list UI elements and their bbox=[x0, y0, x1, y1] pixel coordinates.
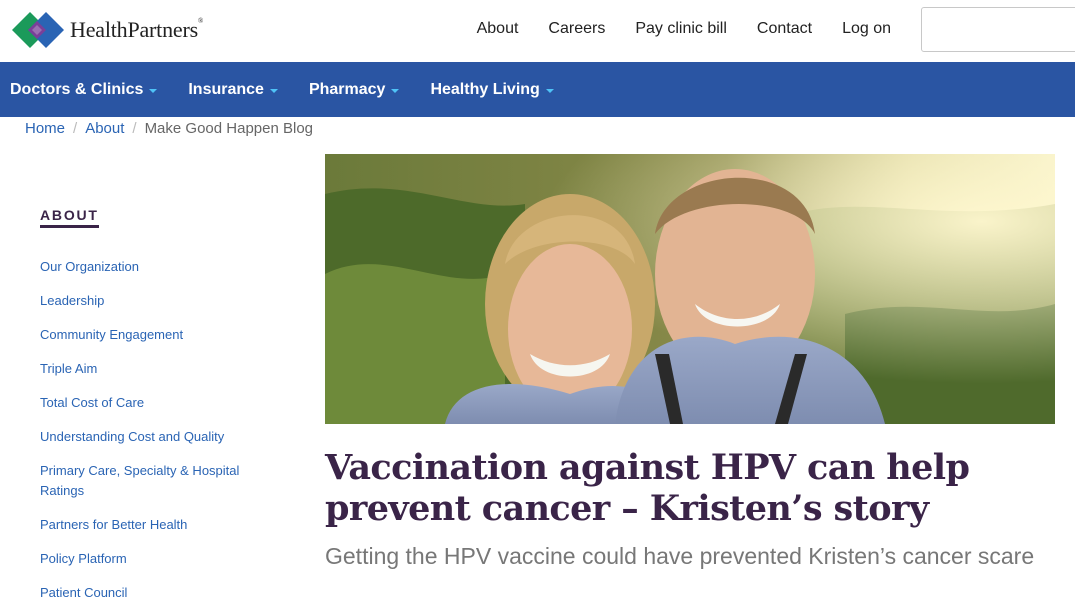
nav-label: Doctors & Clinics bbox=[10, 80, 144, 98]
chevron-down-icon bbox=[269, 88, 278, 93]
sidebar-item-leadership[interactable]: Leadership bbox=[40, 291, 290, 311]
breadcrumb: Home / About / Make Good Happen Blog bbox=[25, 120, 313, 137]
brand-name: HealthPartners® bbox=[70, 17, 204, 42]
nav-label: Healthy Living bbox=[430, 80, 540, 98]
top-bar: HealthPartners® About Careers Pay clinic… bbox=[0, 0, 1075, 62]
article-title: Vaccination against HPV can help prevent… bbox=[325, 447, 970, 529]
sidebar: ABOUT Our Organization Leadership Commun… bbox=[40, 207, 290, 600]
nav-pharmacy[interactable]: Pharmacy bbox=[309, 81, 400, 99]
chevron-down-icon bbox=[545, 88, 554, 93]
nav-label: Pharmacy bbox=[308, 80, 386, 98]
utility-link-log-on[interactable]: Log on bbox=[842, 20, 891, 38]
hero-photo-illustration bbox=[325, 154, 1055, 424]
utility-link-pay-clinic-bill[interactable]: Pay clinic bill bbox=[635, 20, 727, 38]
sidebar-item-community-engagement[interactable]: Community Engagement bbox=[40, 325, 290, 345]
article-subtitle: Getting the HPV vaccine could have preve… bbox=[325, 543, 1035, 569]
breadcrumb-current: Make Good Happen Blog bbox=[144, 120, 314, 137]
utility-link-careers[interactable]: Careers bbox=[548, 20, 605, 38]
sidebar-title: ABOUT bbox=[40, 207, 99, 228]
nav-healthy-living[interactable]: Healthy Living bbox=[430, 80, 554, 99]
search-input[interactable] bbox=[921, 7, 1075, 52]
nav-doctors-clinics[interactable]: Doctors & Clinics bbox=[10, 80, 158, 99]
utility-link-contact[interactable]: Contact bbox=[757, 20, 812, 38]
sidebar-item-ratings[interactable]: Primary Care, Specialty & Hospital Ratin… bbox=[40, 461, 260, 501]
logo-diamond-icon bbox=[12, 12, 64, 48]
healthpartners-logo[interactable]: HealthPartners® bbox=[10, 10, 203, 50]
main-nav: Doctors & Clinics Insurance Pharmacy Hea… bbox=[0, 62, 1075, 117]
chevron-down-icon bbox=[391, 88, 400, 93]
sidebar-item-total-cost-of-care[interactable]: Total Cost of Care bbox=[40, 393, 290, 413]
breadcrumb-separator: / bbox=[73, 120, 78, 137]
sidebar-item-partners-better-health[interactable]: Partners for Better Health bbox=[40, 515, 290, 535]
nav-insurance[interactable]: Insurance bbox=[188, 81, 278, 99]
breadcrumb-separator: / bbox=[132, 120, 137, 137]
utility-nav: About Careers Pay clinic bill Contact Lo… bbox=[477, 20, 891, 38]
sidebar-item-policy-platform[interactable]: Policy Platform bbox=[40, 549, 290, 569]
sidebar-item-our-organization[interactable]: Our Organization bbox=[40, 257, 290, 277]
breadcrumb-about[interactable]: About bbox=[85, 120, 124, 137]
utility-link-about[interactable]: About bbox=[477, 20, 519, 38]
sidebar-item-patient-council[interactable]: Patient Council bbox=[40, 583, 290, 600]
sidebar-item-triple-aim[interactable]: Triple Aim bbox=[40, 359, 290, 379]
nav-label: Insurance bbox=[188, 80, 264, 98]
hero-photo bbox=[325, 154, 1055, 424]
chevron-down-icon bbox=[149, 88, 158, 93]
breadcrumb-home[interactable]: Home bbox=[25, 120, 65, 137]
sidebar-item-understanding-cost-quality[interactable]: Understanding Cost and Quality bbox=[40, 427, 290, 447]
sidebar-list: Our Organization Leadership Community En… bbox=[40, 257, 290, 600]
